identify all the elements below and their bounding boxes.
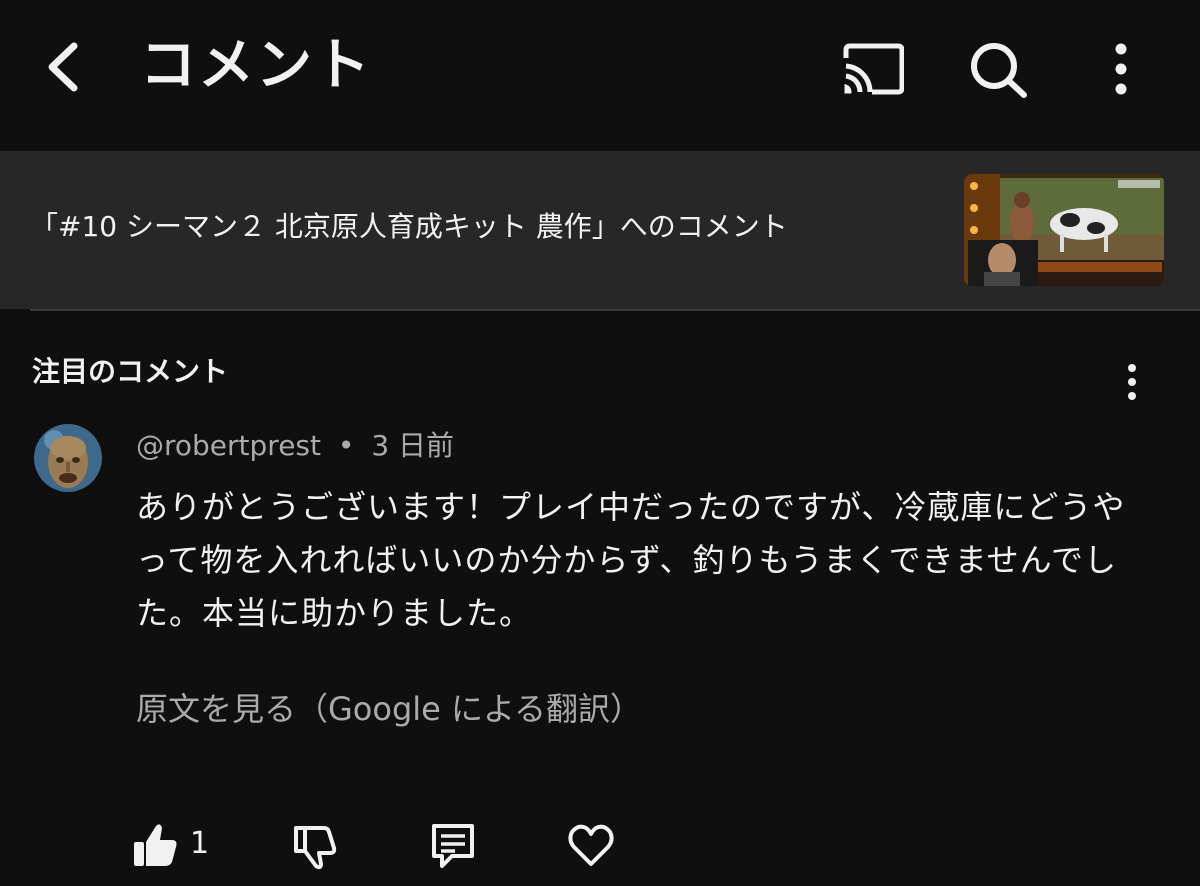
thumbs-down-icon[interactable] (290, 820, 340, 870)
more-vert-icon[interactable] (1096, 40, 1146, 98)
video-context-banner[interactable]: 「#10 シーマン２ 北京原人育成キット 農作」へのコメント (0, 151, 1200, 309)
top-app-bar: コメント (0, 0, 1200, 150)
divider (30, 309, 1200, 311)
video-title: 「#10 シーマン２ 北京原人育成キット 農作」へのコメント (30, 210, 788, 243)
page-title: コメント (140, 33, 372, 98)
back-arrow-icon[interactable] (40, 38, 94, 96)
like-count: 1 (190, 826, 210, 861)
search-icon[interactable] (966, 40, 1030, 98)
more-vert-icon[interactable] (1112, 360, 1152, 404)
comment-meta: @robertprest • 3 日前 (136, 426, 454, 466)
thumbs-up-icon[interactable] (130, 820, 180, 870)
meta-separator: • (337, 429, 355, 462)
see-original-link[interactable]: 原文を見る（Google による翻訳） (136, 686, 642, 732)
comment-action-bar: 1 (0, 810, 1200, 880)
reply-comment-icon[interactable] (428, 820, 478, 870)
video-thumbnail[interactable] (964, 174, 1164, 286)
avatar[interactable] (34, 424, 102, 492)
section-title: 注目のコメント (32, 355, 229, 388)
comment-author[interactable]: @robertprest (136, 429, 321, 462)
cast-icon[interactable] (840, 40, 905, 98)
heart-icon[interactable] (566, 820, 616, 870)
comment-timestamp: 3 日前 (371, 429, 455, 462)
comment-text: ありがとうございます！プレイ中だったのですが、冷蔵庫にどうやって物を入れればいい… (136, 488, 1126, 632)
